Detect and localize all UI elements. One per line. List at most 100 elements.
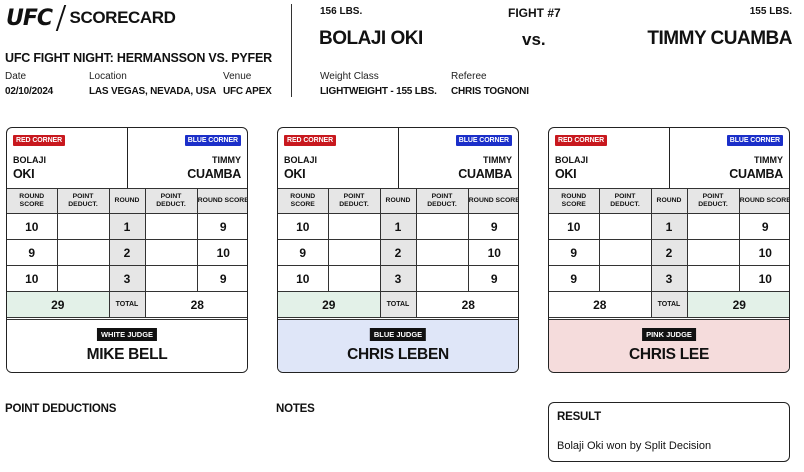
- total-label: TOTAL: [379, 291, 417, 318]
- red-round-score: 9: [549, 239, 600, 266]
- blue-round-score: 9: [738, 213, 789, 240]
- blue-corner-badge: BLUE CORNER: [726, 135, 783, 146]
- red-point-deduction: [327, 239, 381, 266]
- blue-round-score: 10: [196, 239, 247, 266]
- weight-class-value: LIGHTWEIGHT - 155 LBS.: [320, 86, 437, 97]
- round-row: 10 1 9: [549, 213, 789, 240]
- blue-first-name: TIMMY: [754, 155, 783, 165]
- round-number: 3: [379, 265, 417, 292]
- red-point-deduct-header: POINT DEDUCT.: [327, 188, 381, 214]
- red-last-name: OKI: [13, 167, 35, 181]
- blue-total-score: 28: [415, 291, 518, 318]
- blue-corner-badge: BLUE CORNER: [455, 135, 512, 146]
- red-first-name: BOLAJI: [13, 155, 47, 165]
- red-corner-badge: RED CORNER: [555, 135, 608, 146]
- location-label: Location: [89, 71, 127, 82]
- corner-header: RED CORNER BOLAJI OKI BLUE CORNER TIMMY …: [278, 128, 518, 188]
- red-total-score: 29: [278, 291, 381, 318]
- judge-name: MIKE BELL: [86, 346, 168, 363]
- corner-divider: [669, 128, 670, 188]
- date-label: Date: [5, 71, 27, 82]
- judge-area: WHITE JUDGE MIKE BELL: [7, 319, 247, 372]
- red-round-score: 10: [278, 213, 329, 240]
- logo-slash: [55, 5, 66, 31]
- round-number: 2: [108, 239, 146, 266]
- blue-round-score: 9: [196, 213, 247, 240]
- blue-round-score: 10: [738, 265, 789, 292]
- blue-fighter-weight: 155 LBS.: [749, 6, 792, 17]
- red-total-score: 29: [7, 291, 110, 318]
- judge-tag: PINK JUDGE: [642, 328, 696, 341]
- blue-fighter-name: TIMMY CUAMBA: [647, 28, 792, 49]
- red-point-deduction: [598, 239, 652, 266]
- red-round-score: 9: [7, 239, 58, 266]
- blue-point-deduct-header: POINT DEDUCT.: [144, 188, 198, 214]
- notes-heading: NOTES: [276, 403, 315, 415]
- round-row: 10 1 9: [278, 213, 518, 240]
- round-number: 3: [650, 265, 688, 292]
- red-round-score: 10: [7, 213, 58, 240]
- round-row: 9 3 10: [549, 265, 789, 292]
- round-number: 1: [379, 213, 417, 240]
- red-round-score: 9: [549, 265, 600, 292]
- judge-name: CHRIS LEBEN: [347, 346, 449, 363]
- round-number: 3: [108, 265, 146, 292]
- round-number: 1: [650, 213, 688, 240]
- red-point-deduction: [56, 265, 110, 292]
- judge-tag: WHITE JUDGE: [96, 328, 158, 341]
- round-row: 10 3 9: [7, 265, 247, 292]
- judge-tag: BLUE JUDGE: [369, 328, 427, 341]
- total-row: 29 TOTAL 28: [278, 291, 518, 318]
- round-header: ROUND: [108, 188, 146, 214]
- event-title: UFC FIGHT NIGHT: HERMANSSON VS. PYFER: [5, 51, 272, 65]
- blue-total-score: 29: [686, 291, 789, 318]
- judge-scorecard-2: RED CORNER BOLAJI OKI BLUE CORNER TIMMY …: [277, 127, 519, 373]
- score-table: ROUND SCORE POINT DEDUCT. ROUND POINT DE…: [549, 188, 789, 318]
- red-round-score-header: ROUND SCORE: [549, 188, 600, 214]
- versus-label: vs.: [522, 30, 546, 49]
- round-row: 10 3 9: [278, 265, 518, 292]
- judge-area: BLUE JUDGE CHRIS LEBEN: [278, 319, 518, 372]
- round-row: 9 2 10: [278, 239, 518, 266]
- score-table: ROUND SCORE POINT DEDUCT. ROUND POINT DE…: [7, 188, 247, 318]
- point-deductions-heading: POINT DEDUCTIONS: [5, 403, 117, 415]
- header-divider: [291, 4, 292, 97]
- total-label: TOTAL: [108, 291, 146, 318]
- score-table-header: ROUND SCORE POINT DEDUCT. ROUND POINT DE…: [549, 188, 789, 214]
- red-first-name: BOLAJI: [555, 155, 589, 165]
- red-total-score: 28: [549, 291, 652, 318]
- blue-point-deduction: [686, 239, 740, 266]
- blue-point-deduct-header: POINT DEDUCT.: [415, 188, 469, 214]
- red-point-deduction: [598, 265, 652, 292]
- date-value: 02/10/2024: [5, 86, 54, 97]
- blue-round-score: 9: [467, 213, 518, 240]
- red-fighter-weight: 156 LBS.: [320, 6, 363, 17]
- blue-point-deduction: [144, 265, 198, 292]
- total-label: TOTAL: [650, 291, 688, 318]
- venue-value: UFC APEX: [223, 86, 272, 97]
- result-heading: RESULT: [557, 411, 601, 423]
- location-value: LAS VEGAS, NEVADA, USA: [89, 86, 217, 97]
- red-point-deduction: [56, 239, 110, 266]
- red-point-deduction: [327, 265, 381, 292]
- red-fighter-name: BOLAJI OKI: [319, 28, 423, 49]
- corner-divider: [127, 128, 128, 188]
- venue-label: Venue: [223, 71, 252, 82]
- blue-round-score: 10: [467, 239, 518, 266]
- judge-name: CHRIS LEE: [629, 346, 709, 363]
- score-table-header: ROUND SCORE POINT DEDUCT. ROUND POINT DE…: [278, 188, 518, 214]
- score-table: ROUND SCORE POINT DEDUCT. ROUND POINT DE…: [278, 188, 518, 318]
- page-title: SCORECARD: [69, 8, 176, 27]
- blue-point-deduction: [415, 213, 469, 240]
- blue-corner-badge: BLUE CORNER: [184, 135, 241, 146]
- blue-total-score: 28: [144, 291, 247, 318]
- round-header: ROUND: [379, 188, 417, 214]
- corner-divider: [398, 128, 399, 188]
- red-round-score: 10: [278, 265, 329, 292]
- red-round-score: 10: [549, 213, 600, 240]
- red-corner-badge: RED CORNER: [13, 135, 66, 146]
- round-row: 9 2 10: [7, 239, 247, 266]
- blue-round-score: 10: [738, 239, 789, 266]
- blue-point-deduction: [415, 265, 469, 292]
- red-point-deduction: [327, 213, 381, 240]
